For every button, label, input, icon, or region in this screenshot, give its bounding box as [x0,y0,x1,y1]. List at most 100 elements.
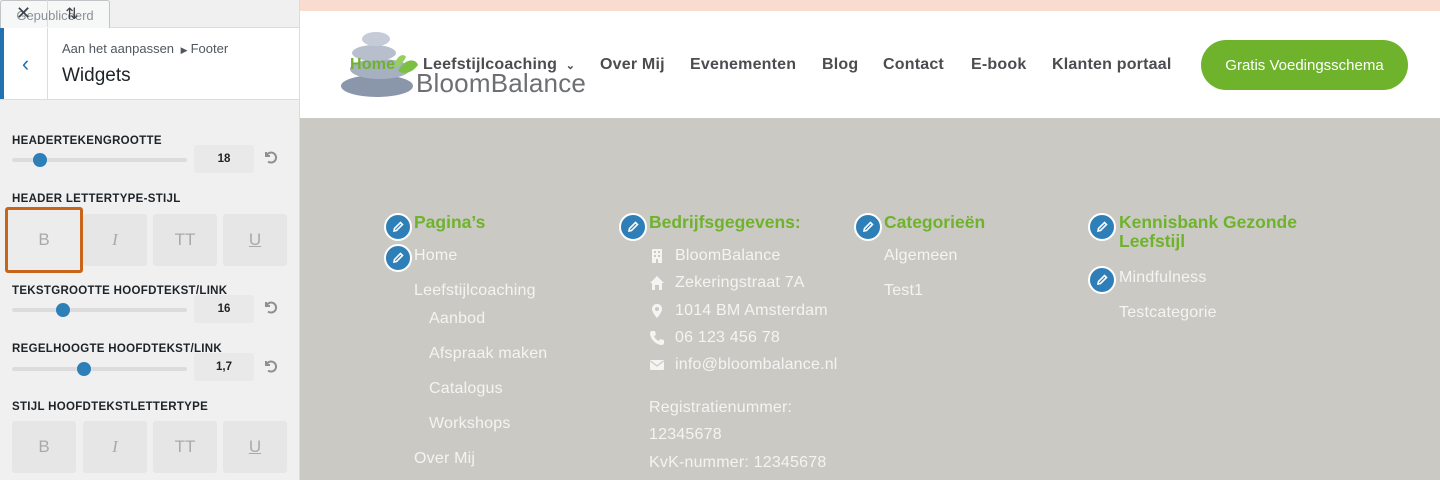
company-street-row: Zekeringstraat 7A [649,274,805,292]
customizer-topbar: ✕ ⇅ Gepubliceerd [0,0,299,30]
nav-evenementen[interactable]: Evenementen [690,56,796,74]
phone-icon [650,331,664,345]
nav-over-mij[interactable]: Over Mij [600,56,665,74]
nav-label: Leefstijlcoaching [423,56,558,73]
footer-title-knowledge: Kennisbank Gezonde Leefstijl [1119,212,1297,251]
edit-pencil-icon[interactable] [384,244,412,272]
body-caps-button[interactable]: TT [153,421,217,473]
nav-klanten-portaal[interactable]: Klanten portaal [1052,56,1171,74]
reset-icon[interactable] [262,358,278,374]
caps-label: TT [174,230,196,249]
nav-home[interactable]: Home [350,56,395,74]
site-header: BloomBalance Home Leefstijlcoaching ⌄ Ov… [300,11,1440,118]
back-button[interactable]: ‹ [0,28,48,99]
body-bold-button[interactable]: B [12,421,76,473]
footer-sublink-afspraak[interactable]: Afspraak maken [429,345,547,363]
breadcrumb-section: Footer [190,41,229,56]
company-reg-number: 12345678 [649,426,722,443]
body-font-size-input[interactable]: 16 [194,295,254,323]
breadcrumb: Aan het aanpassen ▶ Footer [62,41,228,56]
company-name: BloomBalance [675,247,781,264]
header-font-size-input[interactable]: 18 [194,145,254,173]
control-label-body-font-style: STIJL HOOFDTEKSTLETTERTYPE [12,401,209,413]
reset-icon[interactable] [262,149,278,165]
reorder-button[interactable]: ⇅ [48,0,96,27]
header-caps-button[interactable]: TT [153,214,217,266]
bold-label: B [38,230,50,249]
footer-title-categories: Categorieën [884,212,986,232]
footer-knowledge-mindfulness[interactable]: Mindfulness [1119,269,1207,287]
italic-label: I [112,437,118,456]
company-kvk: KvK-nummer: 12345678 [649,454,827,471]
close-button[interactable]: ✕ [0,0,48,27]
bold-label: B [38,437,50,456]
company-city-row: 1014 BM Amsterdam [649,302,828,320]
reorder-icon: ⇅ [65,5,79,23]
edit-pencil-icon[interactable] [619,213,647,241]
section-header: ‹ Aan het aanpassen ▶ Footer Widgets [0,28,299,100]
chevron-down-icon: ⌄ [565,60,576,72]
company-email-row: info@bloombalance.nl [649,356,838,374]
header-font-size-slider[interactable] [12,153,187,167]
close-icon: ✕ [15,3,32,23]
footer-sublink-workshops[interactable]: Workshops [429,415,511,433]
edit-pencil-icon[interactable] [854,213,882,241]
footer-link-leefstijlcoaching[interactable]: Leefstijlcoaching [414,282,536,300]
body-line-height-input[interactable]: 1,7 [194,353,254,381]
home-icon [650,276,664,290]
header-bold-button[interactable]: B [5,207,83,273]
slider-thumb[interactable] [33,153,47,167]
footer-link-over-mij[interactable]: Over Mij [414,450,475,468]
body-underline-button[interactable]: U [223,421,287,473]
control-label-header-font-size: HEADERTEKENGROOTTE [12,135,162,147]
map-pin-icon [652,304,662,318]
cta-button[interactable]: Gratis Voedingsschema [1201,40,1408,90]
nav-contact[interactable]: Contact [883,56,944,74]
footer-category-test1[interactable]: Test1 [884,282,923,300]
header-italic-button[interactable]: I [83,214,147,266]
footer-knowledge-testcategorie[interactable]: Testcategorie [1119,304,1217,322]
top-info-bar [300,0,1440,11]
body-line-height-slider[interactable] [12,362,187,376]
company-city: 1014 BM Amsterdam [675,302,828,319]
control-label-body-line-height: REGELHOOGTE HOOFDTEKST/LINK [12,343,222,355]
edit-pencil-icon[interactable] [1088,266,1116,294]
footer-title-company: Bedrijfsgegevens: [649,212,801,232]
breadcrumb-prefix: Aan het aanpassen [62,41,175,56]
underline-label: U [248,437,262,456]
envelope-icon [650,360,664,370]
panel-title: Widgets [62,65,131,86]
header-underline-button[interactable]: U [223,214,287,266]
footer-category-algemeen[interactable]: Algemeen [884,247,958,265]
footer-sublink-catalogus[interactable]: Catalogus [429,380,503,398]
control-label-body-font-size: TEKSTGROOTTE HOOFDTEKST/LINK [12,285,228,297]
building-icon [652,249,662,263]
caps-label: TT [174,437,196,456]
footer-sublink-aanbod[interactable]: Aanbod [429,310,485,328]
footer-title-pages: Pagina’s [414,212,486,232]
customizer-sidebar: ✕ ⇅ Gepubliceerd ‹ Aan het aanpassen ▶ Fo… [0,0,300,480]
nav-ebook[interactable]: E-book [971,56,1026,74]
company-street: Zekeringstraat 7A [675,274,805,291]
company-phone[interactable]: 06 123 456 78 [675,329,780,347]
body-font-size-slider[interactable] [12,303,187,317]
edit-pencil-icon[interactable] [1088,213,1116,241]
nav-blog[interactable]: Blog [822,56,858,74]
chevron-left-icon: ‹ [21,50,30,76]
company-reg-label: Registratienummer: [649,399,793,416]
site-preview: BloomBalance Home Leefstijlcoaching ⌄ Ov… [300,0,1440,480]
footer-link-home[interactable]: Home [414,247,457,265]
reset-icon[interactable] [262,299,278,315]
underline-label: U [248,230,262,249]
italic-label: I [112,230,118,249]
slider-thumb[interactable] [76,362,91,376]
company-phone-row: 06 123 456 78 [649,329,780,347]
body-italic-button[interactable]: I [83,421,147,473]
company-email[interactable]: info@bloombalance.nl [675,356,838,374]
slider-thumb[interactable] [55,303,70,317]
company-name-row: BloomBalance [649,247,781,265]
caret-right-icon: ▶ [180,45,188,55]
control-label-header-font-style: HEADER LETTERTYPE-STIJL [12,193,181,205]
nav-leefstijlcoaching[interactable]: Leefstijlcoaching ⌄ [423,56,575,74]
edit-pencil-icon[interactable] [384,213,412,241]
